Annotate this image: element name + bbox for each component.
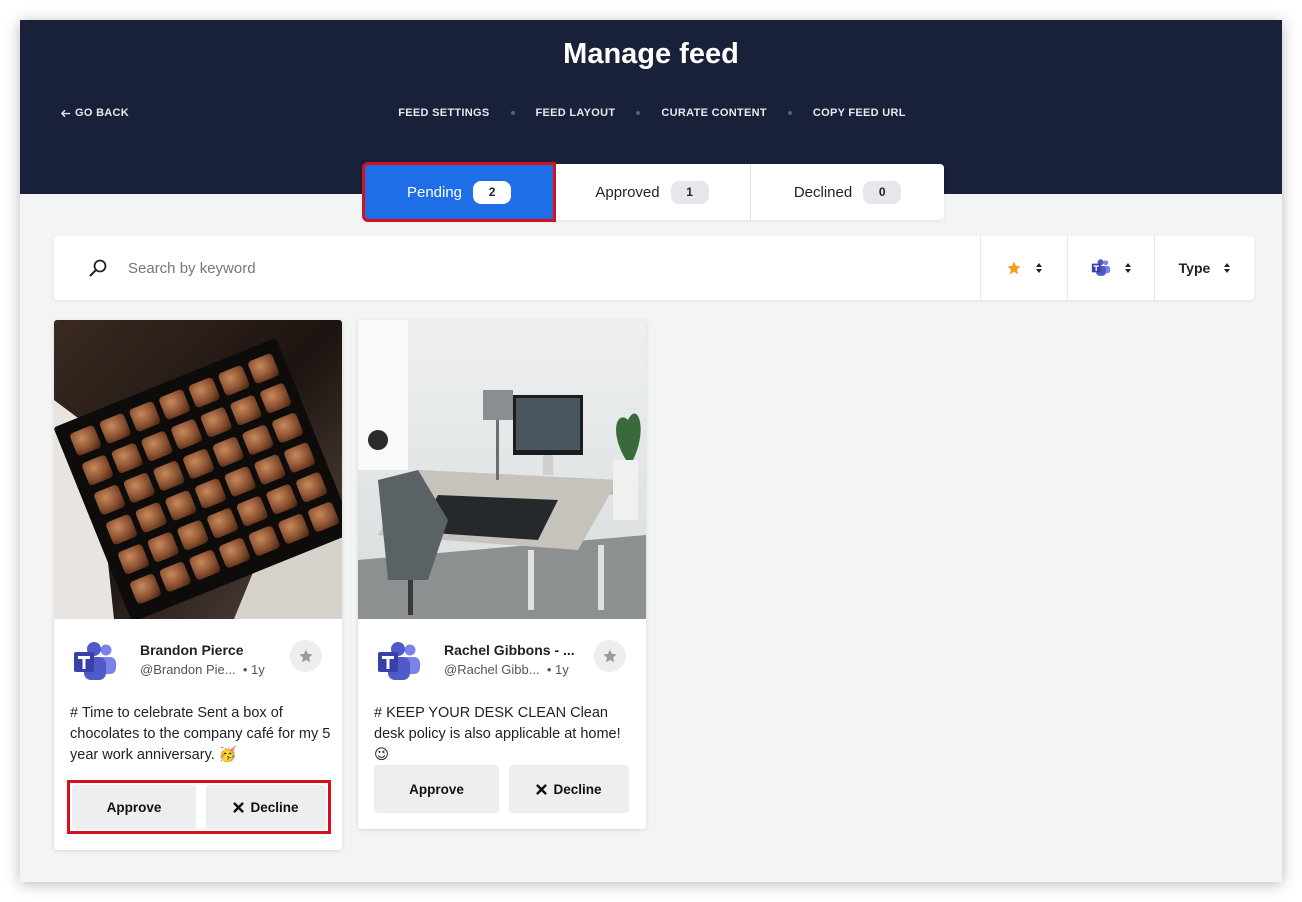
post-image-desk[interactable]	[358, 320, 646, 619]
nav-separator	[787, 111, 792, 115]
page-title: Manage feed	[563, 38, 739, 70]
author-name: Brandon Pierce	[140, 642, 244, 658]
approve-label: Approve	[106, 799, 162, 815]
post-time: • 1y	[546, 662, 569, 677]
decline-label: Decline	[250, 799, 299, 815]
decline-button[interactable]: Decline	[509, 765, 629, 813]
decline-label: Decline	[553, 781, 602, 797]
search-icon	[89, 259, 107, 277]
tab-approved-count: 1	[670, 180, 709, 204]
source-filter[interactable]	[1067, 236, 1154, 300]
nav-separator	[510, 111, 515, 115]
type-filter-label: Type	[1178, 260, 1211, 276]
post-author: Brandon Pierce @Brandon Pie... • 1y	[54, 638, 342, 684]
nav-feed-layout[interactable]: FEED LAYOUT	[536, 107, 616, 119]
search-bar: Type	[54, 236, 1254, 300]
tab-pending[interactable]: Pending 2	[362, 162, 556, 222]
decline-button[interactable]: Decline	[206, 785, 326, 829]
tab-approved-label: Approved	[595, 183, 660, 201]
author-handle: @Brandon Pie... • 1y	[140, 662, 265, 677]
type-filter[interactable]: Type	[1154, 236, 1254, 300]
post-author: Rachel Gibbons - ... @Rachel Gibb... • 1…	[358, 638, 646, 684]
teams-icon	[378, 642, 420, 680]
star-icon	[299, 649, 313, 663]
tab-pending-count: 2	[473, 180, 512, 204]
approve-button[interactable]: Approve	[72, 785, 196, 829]
author-name: Rachel Gibbons - ...	[444, 642, 575, 658]
moderation-actions: Approve Decline	[374, 765, 629, 813]
nav-separator	[636, 111, 641, 115]
nav-feed-settings[interactable]: FEED SETTINGS	[398, 107, 489, 119]
star-icon	[1007, 261, 1021, 275]
tab-declined[interactable]: Declined 0	[751, 164, 944, 220]
post-text: # Time to celebrate Sent a box of chocol…	[70, 705, 331, 763]
app-window: Manage feed GO BACK FEED SETTINGS FEED L…	[20, 20, 1282, 882]
author-handle: @Rachel Gibb... • 1y	[444, 662, 569, 677]
tab-pending-label: Pending	[406, 183, 463, 201]
search-input[interactable]	[128, 254, 928, 282]
tab-declined-label: Declined	[793, 183, 853, 201]
favorite-filter[interactable]	[980, 236, 1067, 300]
moderation-tabs: Pending 2 Approved 1 Declined 0	[362, 162, 944, 222]
handle-text: @Rachel Gibb...	[444, 662, 540, 677]
close-icon	[536, 783, 548, 795]
close-icon	[233, 801, 245, 813]
teams-icon	[74, 642, 116, 680]
approve-label: Approve	[409, 781, 464, 797]
teams-icon	[1091, 259, 1111, 276]
post-image-chocolates[interactable]	[54, 320, 342, 619]
sort-icon	[1224, 263, 1231, 273]
tab-declined-count: 0	[863, 180, 902, 204]
handle-text: @Brandon Pie...	[140, 662, 236, 677]
post-text: # KEEP YOUR DESK CLEAN Clean desk policy…	[374, 705, 621, 763]
sort-icon	[1125, 263, 1131, 273]
star-icon	[603, 649, 617, 663]
sort-icon	[1036, 263, 1042, 273]
moderation-actions: Approve Decline	[67, 780, 331, 834]
approve-button[interactable]: Approve	[374, 765, 499, 813]
feed-nav: FEED SETTINGS FEED LAYOUT CURATE CONTENT…	[20, 107, 1282, 119]
post-card: Rachel Gibbons - ... @Rachel Gibb... • 1…	[358, 320, 646, 829]
nav-copy-feed-url[interactable]: COPY FEED URL	[813, 107, 906, 119]
nav-curate-content[interactable]: CURATE CONTENT	[661, 107, 766, 119]
post-time: • 1y	[242, 662, 265, 677]
tab-approved[interactable]: Approved 1	[554, 164, 751, 220]
favorite-button[interactable]	[594, 640, 626, 672]
favorite-button[interactable]	[290, 640, 322, 672]
post-card: Brandon Pierce @Brandon Pie... • 1y # Ti…	[54, 320, 342, 850]
